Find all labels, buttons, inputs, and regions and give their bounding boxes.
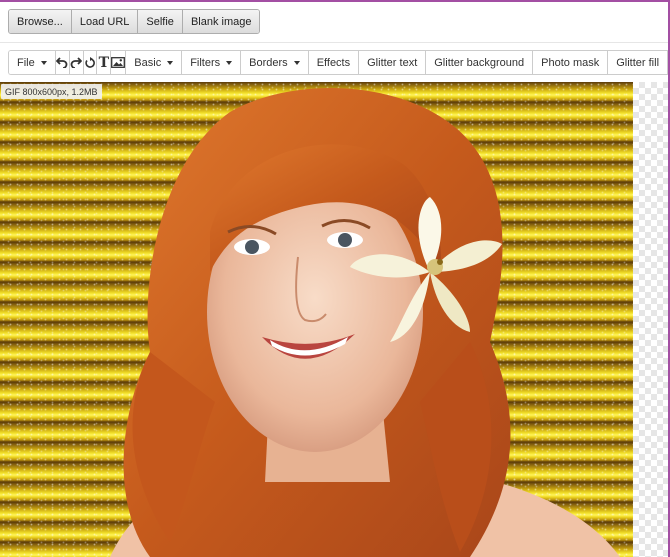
image-source-button-group: Browse... Load URL Selfie Blank image: [8, 9, 261, 34]
image-canvas[interactable]: [0, 82, 633, 557]
redo-icon: [70, 57, 82, 68]
borders-menu-label: Borders: [249, 56, 288, 69]
image-icon: [111, 57, 126, 68]
basic-menu-label: Basic: [134, 56, 162, 69]
image-info-badge: GIF 800x600px, 1.2MB: [1, 84, 102, 99]
chevron-down-icon: [293, 60, 300, 65]
blank-image-button[interactable]: Blank image: [182, 10, 260, 33]
rotate-icon: [85, 56, 95, 68]
file-menu-label: File: [17, 56, 35, 69]
file-menu[interactable]: File: [9, 51, 56, 74]
filters-menu[interactable]: Filters: [182, 51, 242, 74]
photo-mask-button[interactable]: Photo mask: [533, 51, 609, 74]
window-top-border: [0, 0, 670, 2]
header-separator: [0, 42, 668, 43]
undo-icon: [56, 57, 68, 68]
browse-button[interactable]: Browse...: [9, 10, 72, 33]
transparent-canvas-area: [633, 82, 668, 557]
effects-button[interactable]: Effects: [308, 51, 360, 74]
load-url-button[interactable]: Load URL: [71, 10, 139, 33]
glitter-fill-button[interactable]: Glitter fill: [608, 51, 668, 74]
chevron-down-icon: [40, 60, 47, 65]
filters-menu-label: Filters: [190, 56, 221, 69]
rotate-button[interactable]: [83, 51, 98, 74]
text-icon: T: [98, 54, 110, 71]
portrait-photo: [110, 88, 620, 557]
undo-button[interactable]: [55, 51, 70, 74]
glitter-background-button[interactable]: Glitter background: [426, 51, 534, 74]
basic-menu[interactable]: Basic: [126, 51, 183, 74]
editor-toolbar: File T Basic Filters Borders Effects Gli…: [8, 50, 668, 75]
add-image-button[interactable]: [111, 51, 127, 74]
add-text-button[interactable]: T: [97, 51, 112, 74]
redo-button[interactable]: [69, 51, 84, 74]
selfie-button[interactable]: Selfie: [138, 10, 183, 33]
glitter-text-button[interactable]: Glitter text: [359, 51, 427, 74]
borders-menu[interactable]: Borders: [241, 51, 309, 74]
chevron-down-icon: [167, 60, 174, 65]
chevron-down-icon: [226, 60, 233, 65]
